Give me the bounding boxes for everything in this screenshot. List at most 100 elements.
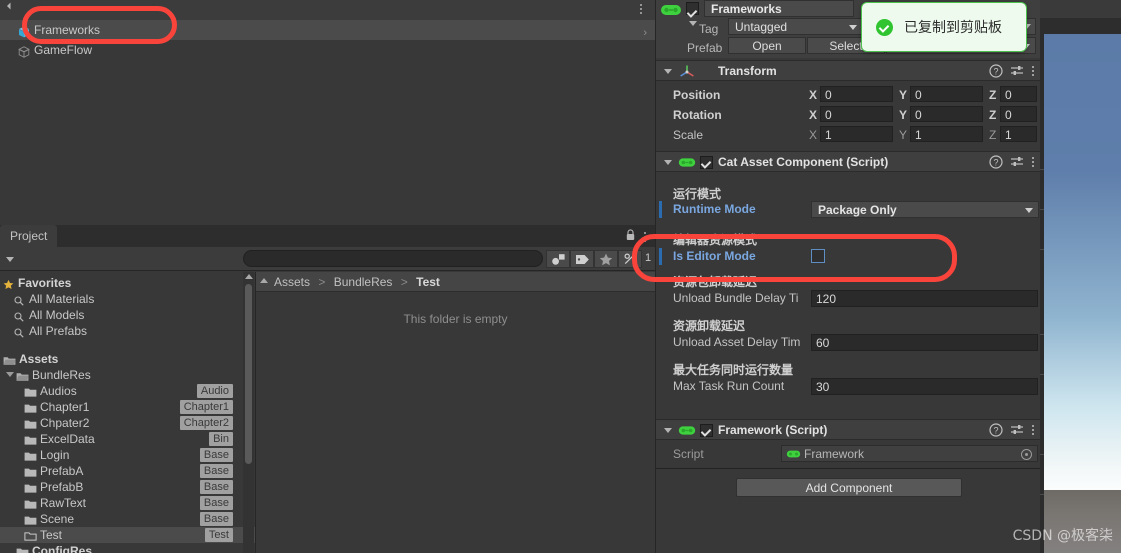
position-x-field[interactable]: 0 [820, 86, 893, 102]
component-framework: Framework (Script) ? Script Framework [656, 419, 1041, 467]
kebab-menu-icon[interactable] [640, 230, 650, 242]
prefab-open-button[interactable]: Open [728, 37, 806, 54]
position-z-field[interactable]: 0 [1000, 86, 1037, 102]
max-task-run-count-cn-label: 最大任务同时运行数量 [673, 363, 794, 377]
foldout-icon[interactable] [664, 69, 672, 74]
kebab-menu-icon[interactable] [1031, 423, 1035, 437]
component-header[interactable]: Framework (Script) ? [656, 419, 1041, 440]
rotation-y-field[interactable]: 0 [910, 106, 983, 122]
kebab-menu-icon[interactable] [1031, 64, 1035, 78]
tree-item-audios[interactable]: Audios Audio [0, 383, 255, 399]
help-icon[interactable]: ? [989, 64, 1003, 78]
is-editor-mode-checkbox[interactable] [811, 249, 825, 263]
tree-item-scene[interactable]: Scene Base [0, 511, 255, 527]
asset-bundle-badge: Base [199, 464, 233, 478]
tree-item-configres[interactable]: ConfigRes [0, 543, 255, 553]
scrollbar-thumb[interactable] [245, 284, 252, 464]
scale-y-field[interactable]: 1 [910, 126, 983, 142]
tree-item-label: BundleRes [32, 368, 91, 382]
preset-icon[interactable] [1010, 423, 1024, 437]
rotation-z-field[interactable]: 0 [1000, 106, 1037, 122]
tree-item-bundleres[interactable]: BundleRes [0, 367, 255, 383]
tree-scrollbar[interactable] [243, 272, 254, 553]
project-menu-arrow-icon[interactable] [6, 257, 14, 262]
unload-bundle-delay-field[interactable]: 120 [811, 290, 1038, 307]
lock-icon[interactable] [626, 229, 635, 241]
breadcrumb: Assets > BundleRes > Test [256, 272, 655, 292]
max-task-run-count-label: Max Task Run Count [673, 379, 785, 393]
search-input[interactable] [243, 250, 543, 267]
field-runtime-mode: 运行模式 Runtime Mode Package Only [656, 172, 1041, 220]
gameobject-prefab-icon[interactable] [660, 1, 682, 19]
project-folder-tree[interactable]: Favorites All Materials All Models All P… [0, 272, 255, 553]
tree-item-rawtext[interactable]: RawText Base [0, 495, 255, 511]
component-title: Transform [718, 64, 777, 78]
search-icon [14, 294, 24, 306]
favorite-star-icon [3, 278, 14, 290]
transform-position-row: Position X 0 Y 0 Z 0 [656, 85, 1041, 105]
scale-z-field[interactable]: 1 [1000, 126, 1037, 142]
tree-item-all-models[interactable]: All Models [0, 307, 255, 323]
component-enabled-checkbox[interactable] [700, 424, 713, 437]
tree-item-all-prefabs[interactable]: All Prefabs [0, 323, 255, 339]
tree-item-label: Login [40, 448, 70, 462]
tree-item-exceldata[interactable]: ExcelData Bin [0, 431, 255, 447]
scroll-up-arrow-icon[interactable] [245, 274, 253, 279]
kebab-menu-icon[interactable] [1031, 155, 1035, 169]
help-icon[interactable]: ? [989, 155, 1003, 169]
hierarchy-item-frameworks[interactable]: Frameworks › [0, 20, 655, 40]
folder-open-icon [3, 354, 16, 365]
tree-item-prefaba[interactable]: PrefabA Base [0, 463, 255, 479]
tree-item-all-materials[interactable]: All Materials [0, 291, 255, 307]
triangle-up-icon[interactable] [260, 278, 268, 283]
foldout-icon[interactable] [664, 160, 672, 165]
project-tabstrip: Project [0, 225, 655, 247]
twisty-icon[interactable] [6, 372, 14, 377]
breadcrumb-separator: > [400, 275, 408, 289]
script-object-field[interactable]: Framework [781, 445, 1038, 462]
hierarchy-item-gameflow[interactable]: GameFlow [0, 40, 655, 60]
preset-icon[interactable] [1010, 155, 1024, 169]
breadcrumb-part-test[interactable]: Test [416, 275, 440, 289]
add-component-button[interactable]: Add Component [736, 478, 962, 497]
breadcrumb-part-assets[interactable]: Assets [274, 275, 310, 289]
tree-item-test[interactable]: Test Test [0, 527, 255, 543]
tree-group-favorites[interactable]: Favorites [0, 275, 255, 291]
tree-item-prefabb[interactable]: PrefabB Base [0, 479, 255, 495]
transform-rotation-row: Rotation X 0 Y 0 Z 0 [656, 105, 1041, 125]
percent-filter-icon[interactable] [618, 250, 642, 268]
component-header[interactable]: Cat Asset Component (Script) ? [656, 151, 1041, 172]
framework-script-row: Script Framework [656, 444, 1041, 464]
rotation-x-field[interactable]: 0 [820, 106, 893, 122]
tree-item-login[interactable]: Login Base [0, 447, 255, 463]
label-filter-icon[interactable] [570, 250, 594, 268]
tree-item-chpater2[interactable]: Chpater2 Chapter2 [0, 415, 255, 431]
prefab-label: Prefab [687, 41, 723, 55]
prefab-cube-icon [18, 24, 30, 38]
help-icon[interactable]: ? [989, 423, 1003, 437]
scene-sky[interactable] [1044, 34, 1121, 490]
runtime-mode-dropdown[interactable]: Package Only [811, 201, 1039, 218]
tab-project[interactable]: Project [0, 225, 58, 247]
preset-icon[interactable] [1010, 64, 1024, 78]
chevron-down-icon[interactable] [689, 21, 697, 26]
position-y-field[interactable]: 0 [910, 86, 983, 102]
max-task-run-count-field[interactable]: 30 [811, 378, 1038, 395]
favorite-star-icon[interactable] [594, 250, 618, 268]
breadcrumb-part-bundleres[interactable]: BundleRes [334, 275, 393, 289]
gameobject-active-checkbox[interactable] [686, 2, 699, 15]
component-enabled-checkbox[interactable] [700, 156, 713, 169]
foldout-icon[interactable] [664, 428, 672, 433]
tag-dropdown[interactable]: Untagged [728, 18, 863, 35]
tree-group-assets[interactable]: Assets [0, 351, 255, 367]
component-header[interactable]: Transform ? [656, 60, 1041, 81]
gameobject-name-field[interactable]: Frameworks [704, 0, 854, 17]
tree-item-chapter1[interactable]: Chapter1 Chapter1 [0, 399, 255, 415]
asset-type-filter-icon[interactable] [546, 250, 570, 268]
component-title: Cat Asset Component (Script) [718, 155, 889, 169]
folder-icon [24, 402, 37, 413]
target-circle-icon[interactable] [1021, 449, 1032, 460]
scale-x-field[interactable]: 1 [820, 126, 893, 142]
unload-asset-delay-field[interactable]: 60 [811, 334, 1038, 351]
kebab-menu-icon[interactable] [635, 2, 647, 18]
